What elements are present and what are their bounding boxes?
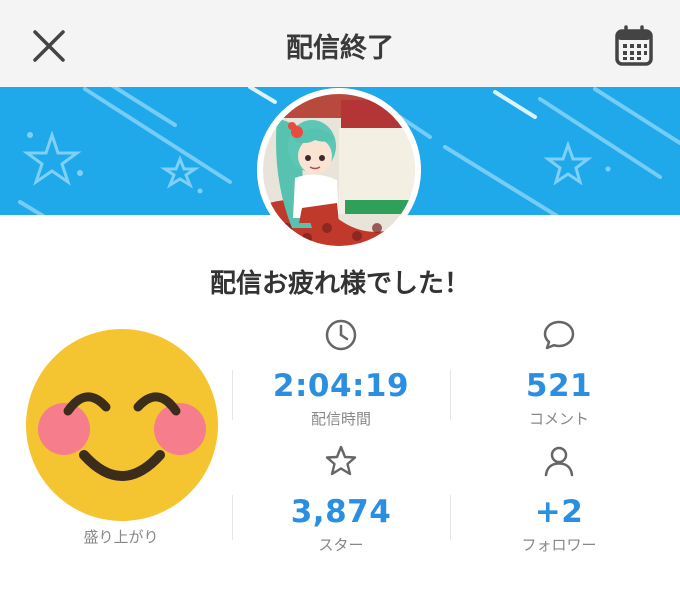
avatar [257,88,421,252]
stars-value: 3,874 [290,494,392,530]
duration-label: 配信時間 [310,410,371,428]
calendar-icon [615,25,653,66]
followers-stat: +2 フォロワー [450,444,668,555]
excitement-stat [24,327,220,523]
duration-stat: 2:04:19 配信時間 [232,318,450,429]
smiling-face-emoji-icon [26,329,218,521]
comments-stat: 521 コメント [450,318,668,429]
stars-stat: 3,874 スター [232,444,450,555]
person-icon [544,446,574,477]
top-bar: 配信終了 [0,0,680,87]
speech-bubble-icon [543,320,575,350]
followers-label: フォロワー [521,536,597,554]
followers-value: +2 [534,494,584,530]
stream-ended-message: 配信お疲れ様でした！ [209,269,470,299]
page-title: 配信終了 [286,33,394,64]
star-icon [325,445,357,476]
stars-label: スター [318,536,364,554]
comments-value: 521 [525,368,593,404]
avatar-image [257,88,421,252]
comments-label: コメント [528,410,589,428]
calendar-button[interactable] [614,25,654,67]
clock-icon [325,319,357,351]
excitement-label: 盛り上がり [83,528,159,546]
duration-value: 2:04:19 [272,368,410,404]
